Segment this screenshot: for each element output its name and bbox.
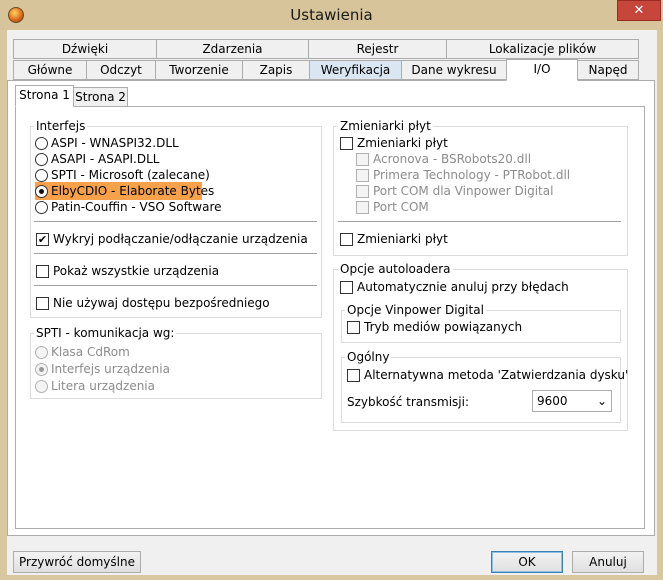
radio-asapi[interactable]: ASAPI - ASAPI.DLL [35, 151, 159, 167]
checkbox[interactable] [340, 232, 353, 246]
checkbox[interactable] [36, 264, 49, 278]
vinpower-label: Opcje Vinpower Digital [345, 303, 486, 317]
check-primera[interactable]: Primera Technology - PTRobot.dll [356, 167, 570, 183]
separator [34, 253, 317, 254]
title-bar: Ustawienia ✕ [0, 0, 663, 30]
restore-defaults-button[interactable]: Przywróć domyślne [13, 551, 141, 573]
checkbox-disabled[interactable] [356, 152, 369, 166]
close-button[interactable]: ✕ [617, 0, 661, 21]
radio-patin-couffin[interactable]: Patin-Couffin - VSO Software [35, 199, 222, 215]
spti-label: SPTI - komunikacja wg: [34, 326, 177, 340]
separator [34, 221, 317, 222]
tab-rejestr[interactable]: Rejestr [308, 39, 447, 59]
general-label: Ogólny [345, 350, 392, 364]
chevron-down-icon: ⌄ [596, 394, 607, 408]
interfejs-label: Interfejs [34, 119, 88, 133]
subtab-strona-1[interactable]: Strona 1 [15, 85, 74, 107]
radio-klasa-cdrom[interactable]: Klasa CdRom [35, 344, 130, 360]
checkbox-disabled[interactable] [356, 168, 369, 182]
tab-dane-wykresu[interactable]: Dane wykresu [401, 60, 507, 80]
check-alt-method[interactable]: Alternatywna metoda 'Zatwierdzania dysku… [347, 367, 628, 383]
cancel-button[interactable]: Anuluj [572, 551, 644, 573]
radio-elbycdio[interactable]: ElbyCDIO - Elaborate Bytes [35, 182, 214, 200]
autoloader-label: Opcje autoloadera [338, 262, 453, 276]
checkbox-disabled[interactable] [356, 184, 369, 198]
radio-aspi[interactable]: ASPI - WNASPI32.DLL [35, 135, 179, 151]
radio-spti[interactable]: SPTI - Microsoft (zalecane) [35, 167, 210, 183]
tab-dzwieki[interactable]: Dźwięki [13, 39, 157, 59]
separator [34, 285, 317, 286]
checkbox-disabled[interactable] [356, 200, 369, 214]
tab-io[interactable]: I/O [506, 59, 578, 81]
tab-naped[interactable]: Napęd [577, 60, 639, 80]
check-changers-2[interactable]: Zmieniarki płyt [340, 231, 448, 247]
ok-button[interactable]: OK [491, 551, 563, 573]
radio-button[interactable] [35, 200, 48, 214]
radio-button[interactable] [35, 379, 48, 393]
radio-interfejs-urzadzenia[interactable]: Interfejs urządzenia [35, 361, 170, 377]
subtab-strona-2[interactable]: Strona 2 [73, 87, 128, 107]
check-detect-devices[interactable]: ✔ Wykryj podłączanie/odłączanie urządzeni… [36, 231, 308, 247]
checkbox[interactable] [347, 320, 360, 334]
tab-zapis[interactable]: Zapis [242, 60, 310, 80]
check-vinpower-com[interactable]: Port COM dla Vinpower Digital [356, 183, 553, 199]
tab-zdarzenia[interactable]: Zdarzenia [156, 39, 309, 59]
tab-glowne[interactable]: Główne [13, 60, 87, 80]
checkbox[interactable] [340, 280, 353, 294]
checkbox[interactable] [340, 136, 353, 150]
speed-select[interactable]: 9600 ⌄ [532, 390, 612, 412]
check-changers[interactable]: Zmieniarki płyt [340, 135, 448, 151]
radio-button[interactable] [35, 152, 48, 166]
check-acronova[interactable]: Acronova - BSRobots20.dll [356, 151, 531, 167]
radio-button-selected[interactable] [35, 362, 48, 376]
separator [338, 221, 621, 222]
window-title: Ustawienia [290, 6, 373, 24]
radio-button[interactable] [35, 136, 48, 150]
tab-weryfikacja[interactable]: Weryfikacja [309, 60, 402, 80]
check-auto-cancel[interactable]: Automatycznie anuluj przy błędach [340, 279, 569, 295]
checkbox[interactable] [36, 296, 49, 310]
check-no-direct-access[interactable]: Nie używaj dostępu bezpośredniego [36, 295, 270, 311]
tab-tworzenie[interactable]: Tworzenie [155, 60, 243, 80]
tab-odczyt[interactable]: Odczyt [86, 60, 156, 80]
radio-litera-urzadzenia[interactable]: Litera urządzenia [35, 378, 155, 394]
radio-button-selected[interactable] [35, 184, 48, 198]
radio-button[interactable] [35, 345, 48, 359]
radio-button[interactable] [35, 168, 48, 182]
checkbox[interactable] [347, 368, 360, 382]
changers-label: Zmieniarki płyt [338, 119, 433, 133]
check-show-all-devices[interactable]: Pokaż wszystkie urządzenia [36, 263, 219, 279]
checkbox-checked[interactable]: ✔ [36, 232, 49, 246]
check-linked-media[interactable]: Tryb mediów powiązanych [347, 319, 522, 335]
speed-label: Szybkość transmisji: [347, 395, 469, 409]
check-port-com[interactable]: Port COM [356, 199, 429, 215]
tab-lokalizacje-plikow[interactable]: Lokalizacje plików [446, 39, 639, 59]
